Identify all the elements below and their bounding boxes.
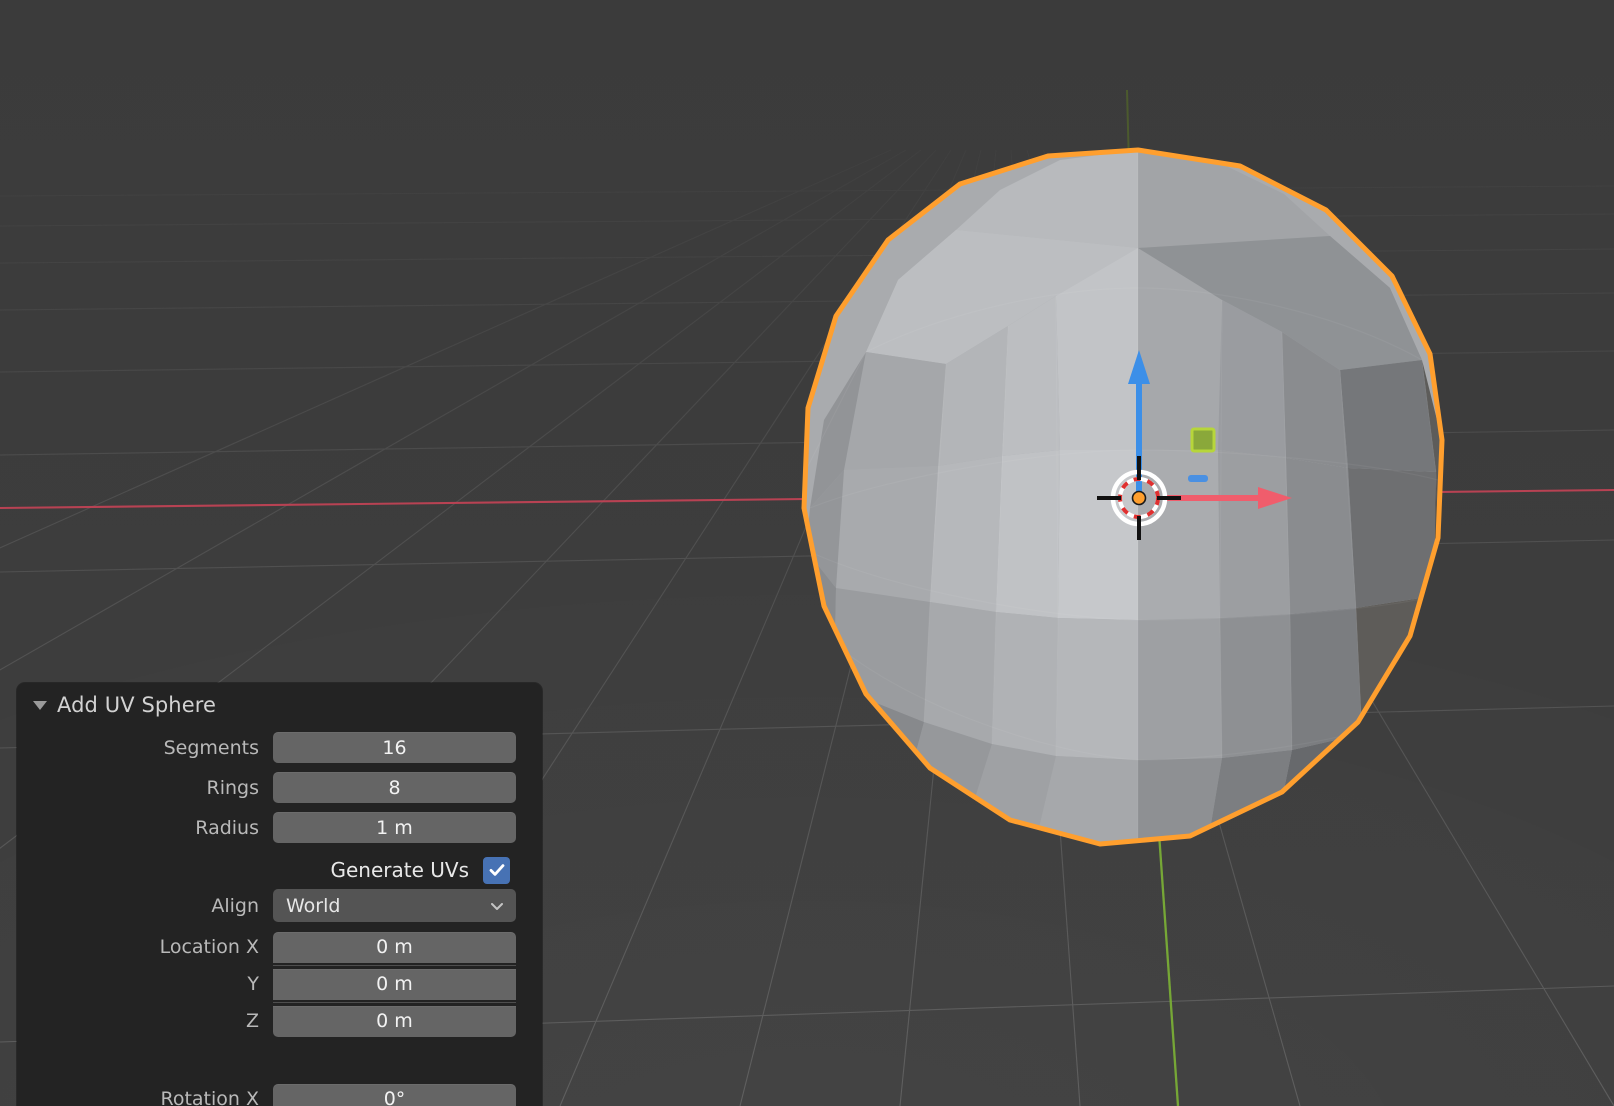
label-rotation-x: Rotation X (17, 1088, 273, 1106)
field-row-radius[interactable]: Radius 1 m (17, 811, 532, 844)
input-radius[interactable]: 1 m (273, 812, 516, 843)
label-radius: Radius (17, 817, 273, 839)
label-location-z: Z (17, 1010, 273, 1032)
gizmo-axis-x (1165, 487, 1292, 509)
blender-window: Add UV Sphere Segments 16 Rings 8 Radius… (0, 0, 1614, 1106)
chevron-down-icon (489, 898, 505, 914)
gizmo-plane-handle-green (1192, 429, 1214, 451)
operator-fields: Segments 16 Rings 8 Radius 1 m Generate … (17, 727, 542, 1039)
label-location-x: Location X (17, 936, 273, 958)
input-location-x[interactable]: 0 m (273, 932, 516, 963)
input-rings[interactable]: 8 (273, 772, 516, 803)
label-generate-uvs: Generate UVs (330, 858, 469, 882)
input-segments[interactable]: 16 (273, 732, 516, 763)
check-icon (488, 861, 506, 879)
triangle-down-icon[interactable] (33, 701, 47, 710)
label-align: Align (17, 895, 273, 917)
field-row-align[interactable]: Align World (17, 889, 532, 922)
dropdown-align-value: World (286, 895, 340, 917)
label-segments: Segments (17, 737, 273, 759)
checkbox-generate-uvs[interactable] (483, 857, 510, 884)
field-row-generate-uvs[interactable]: Generate UVs (17, 851, 532, 889)
input-location-z[interactable]: 0 m (273, 1006, 516, 1037)
field-row-location-y[interactable]: Y 0 m (17, 966, 532, 1002)
gizmo-plane-handle-blue (1188, 475, 1208, 482)
transform-gizmo[interactable] (1040, 330, 1360, 570)
field-row-location-z[interactable]: Z 0 m (17, 1003, 532, 1039)
operator-panel-header[interactable]: Add UV Sphere (17, 683, 542, 727)
operator-redo-panel[interactable]: Add UV Sphere Segments 16 Rings 8 Radius… (17, 683, 542, 1106)
operator-panel-title: Add UV Sphere (57, 693, 216, 717)
field-row-rings[interactable]: Rings 8 (17, 771, 532, 804)
label-location-y: Y (17, 973, 273, 995)
input-rotation-x[interactable]: 0° (273, 1084, 516, 1106)
3d-cursor (1097, 456, 1181, 540)
field-group-location: Location X 0 m Y 0 m Z 0 m (17, 929, 532, 1039)
label-rings: Rings (17, 777, 273, 799)
field-row-rotation-x[interactable]: Rotation X 0° (17, 1082, 542, 1106)
field-row-location-x[interactable]: Location X 0 m (17, 929, 532, 965)
field-row-segments[interactable]: Segments 16 (17, 731, 532, 764)
field-group-rotation-clipped: Rotation X 0° (17, 1082, 542, 1106)
gizmo-graphics (1040, 330, 1360, 570)
dropdown-align[interactable]: World (273, 889, 516, 922)
input-location-y[interactable]: 0 m (273, 969, 516, 1000)
